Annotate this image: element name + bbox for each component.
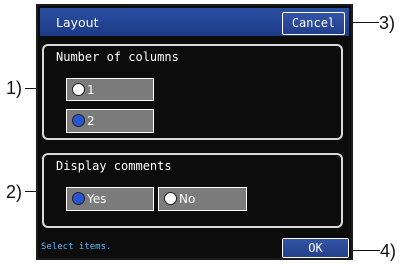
cancel-button[interactable]: Cancel: [282, 12, 345, 35]
radio-unselected-icon: [72, 83, 85, 96]
comments-option-no[interactable]: No: [158, 187, 247, 211]
status-message: Select items.: [41, 242, 112, 252]
callout-4: 4): [380, 241, 397, 261]
dialog-title: Layout: [56, 15, 99, 30]
comments-option-yes-label: Yes: [87, 192, 107, 206]
callout-1: 1): [6, 78, 23, 98]
ok-button-label: OK: [308, 241, 323, 255]
cancel-button-label: Cancel: [291, 16, 336, 30]
callout-2: 2): [6, 182, 23, 202]
comments-option-no-label: No: [179, 192, 196, 206]
columns-option-2[interactable]: 2: [66, 109, 154, 133]
comments-group: Display comments Yes No: [42, 153, 343, 228]
ok-button[interactable]: OK: [282, 238, 349, 258]
columns-group: Number of columns 1 2: [42, 44, 343, 140]
layout-dialog: Layout Cancel Number of columns 1 2 Disp…: [36, 4, 353, 260]
radio-unselected-icon: [164, 192, 177, 205]
callout-3: 3): [379, 13, 396, 33]
radio-selected-icon: [72, 192, 85, 205]
comments-option-yes[interactable]: Yes: [66, 187, 154, 211]
columns-option-1[interactable]: 1: [66, 78, 154, 101]
columns-option-1-label: 1: [87, 83, 95, 97]
comments-group-label: Display comments: [56, 159, 172, 173]
columns-group-label: Number of columns: [56, 50, 179, 64]
radio-selected-icon: [72, 114, 85, 127]
columns-option-2-label: 2: [87, 114, 95, 128]
